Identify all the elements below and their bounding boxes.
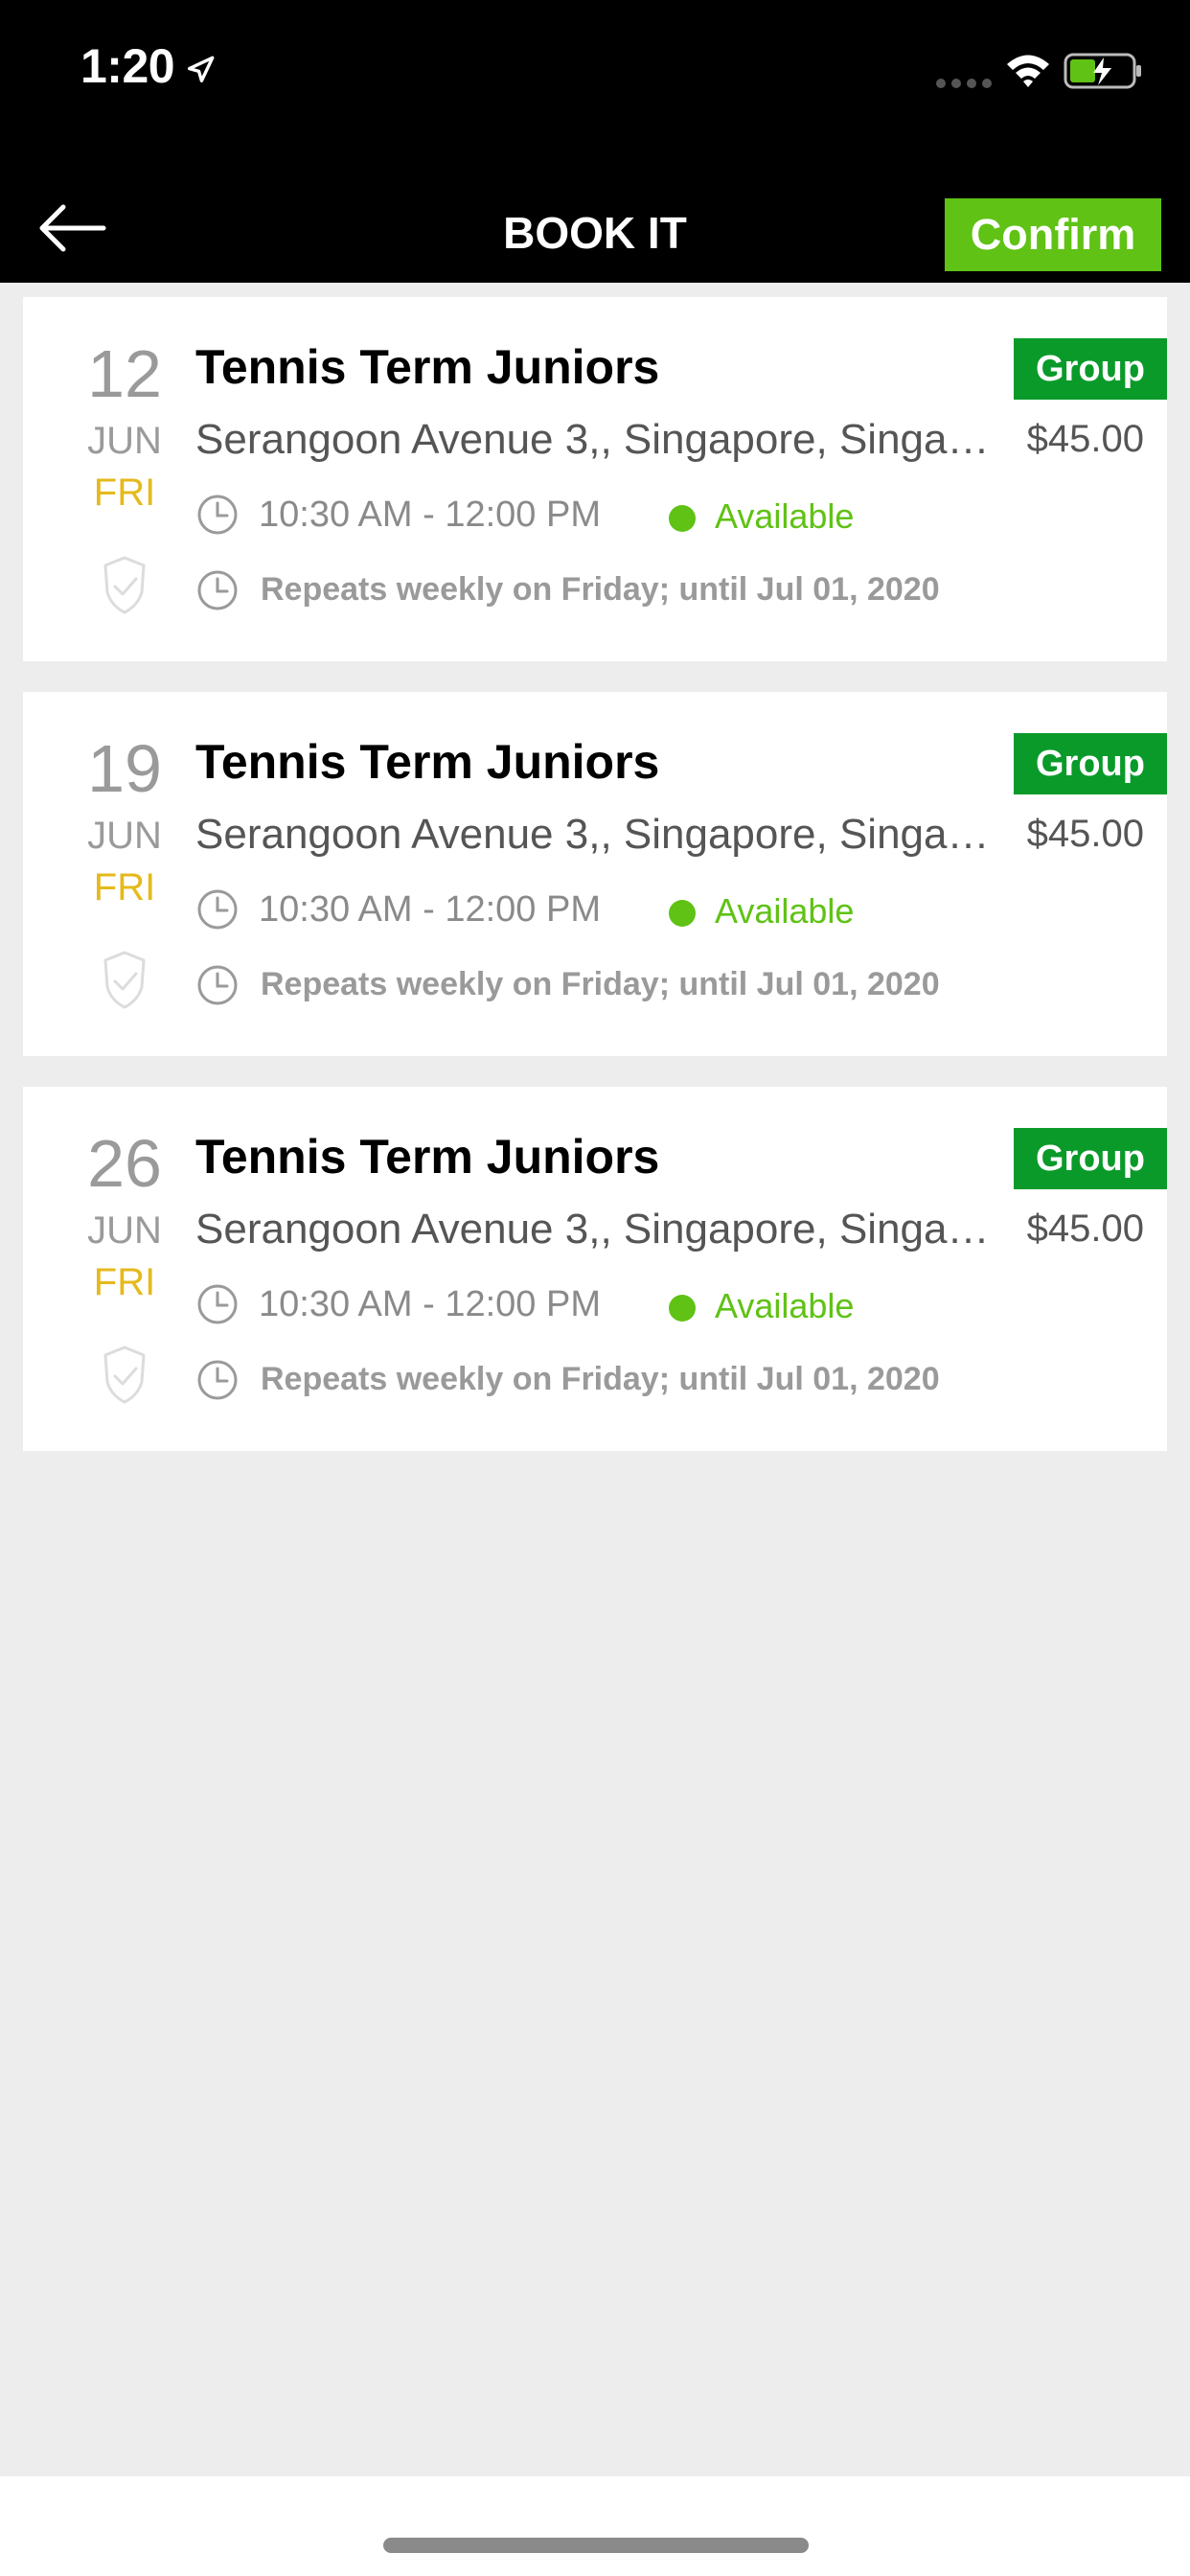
- event-title: Tennis Term Juniors: [195, 1130, 660, 1184]
- price: $45.00: [1026, 1208, 1144, 1250]
- location-arrow-icon: [187, 56, 215, 83]
- event-title: Tennis Term Juniors: [195, 340, 660, 394]
- date-weekday: FRI: [93, 866, 156, 908]
- date-day: 19: [87, 731, 162, 806]
- status-bar: 1:20: [0, 0, 1190, 144]
- date-month: JUN: [87, 1209, 162, 1252]
- availability-status: Available: [715, 496, 855, 536]
- shield-check-icon: [103, 556, 146, 614]
- repeat-schedule: Repeats weekly on Friday; until Jul 01, …: [261, 966, 940, 1002]
- confirm-button[interactable]: Confirm: [945, 198, 1161, 271]
- session-card[interactable]: 19 JUN FRI Tennis Term Juniors Serangoon…: [23, 692, 1167, 1056]
- repeat-schedule: Repeats weekly on Friday; until Jul 01, …: [261, 571, 940, 608]
- availability-status: Available: [715, 891, 855, 931]
- available-status-dot: [669, 505, 696, 532]
- shield-check-icon: [103, 951, 146, 1009]
- event-time: 10:30 AM - 12:00 PM: [259, 494, 601, 535]
- wifi-icon: [1007, 55, 1049, 87]
- available-status-dot: [669, 1295, 696, 1322]
- event-title: Tennis Term Juniors: [195, 735, 660, 789]
- date-weekday: FRI: [93, 472, 156, 514]
- session-card[interactable]: 26 JUN FRI Tennis Term Juniors Serangoon…: [23, 1087, 1167, 1451]
- availability-status: Available: [715, 1286, 855, 1325]
- price: $45.00: [1026, 418, 1144, 460]
- repeat-clock-icon: [197, 570, 238, 610]
- home-indicator[interactable]: [383, 2538, 809, 2553]
- group-badge: Group: [1014, 338, 1167, 400]
- battery-charging-icon: [1064, 53, 1141, 89]
- bottom-safe-area: [0, 2476, 1190, 2576]
- repeat-clock-icon: [197, 965, 238, 1005]
- event-time: 10:30 AM - 12:00 PM: [259, 1284, 601, 1324]
- date-weekday: FRI: [93, 1261, 156, 1303]
- event-address: Serangoon Avenue 3,, Singapore, Singapor…: [195, 416, 1000, 463]
- group-badge: Group: [1014, 733, 1167, 794]
- status-time: 1:20: [80, 39, 175, 93]
- clock-icon: [197, 889, 238, 930]
- clock-icon: [197, 494, 238, 535]
- date-day: 26: [87, 1126, 162, 1201]
- repeat-clock-icon: [197, 1360, 238, 1400]
- navigation-bar: BOOK IT Confirm: [0, 144, 1190, 283]
- event-address: Serangoon Avenue 3,, Singapore, Singapor…: [195, 811, 1000, 858]
- group-badge: Group: [1014, 1128, 1167, 1189]
- date-month: JUN: [87, 815, 162, 857]
- date-month: JUN: [87, 420, 162, 462]
- session-card[interactable]: 12 JUN FRI Tennis Term Juniors Serangoon…: [23, 297, 1167, 661]
- price: $45.00: [1026, 813, 1144, 855]
- shield-check-icon: [103, 1346, 146, 1404]
- date-day: 12: [87, 336, 162, 411]
- cellular-signal-icon: [936, 79, 992, 88]
- event-time: 10:30 AM - 12:00 PM: [259, 889, 601, 930]
- repeat-schedule: Repeats weekly on Friday; until Jul 01, …: [261, 1361, 940, 1397]
- clock-icon: [197, 1284, 238, 1324]
- event-address: Serangoon Avenue 3,, Singapore, Singapor…: [195, 1206, 1000, 1253]
- available-status-dot: [669, 900, 696, 927]
